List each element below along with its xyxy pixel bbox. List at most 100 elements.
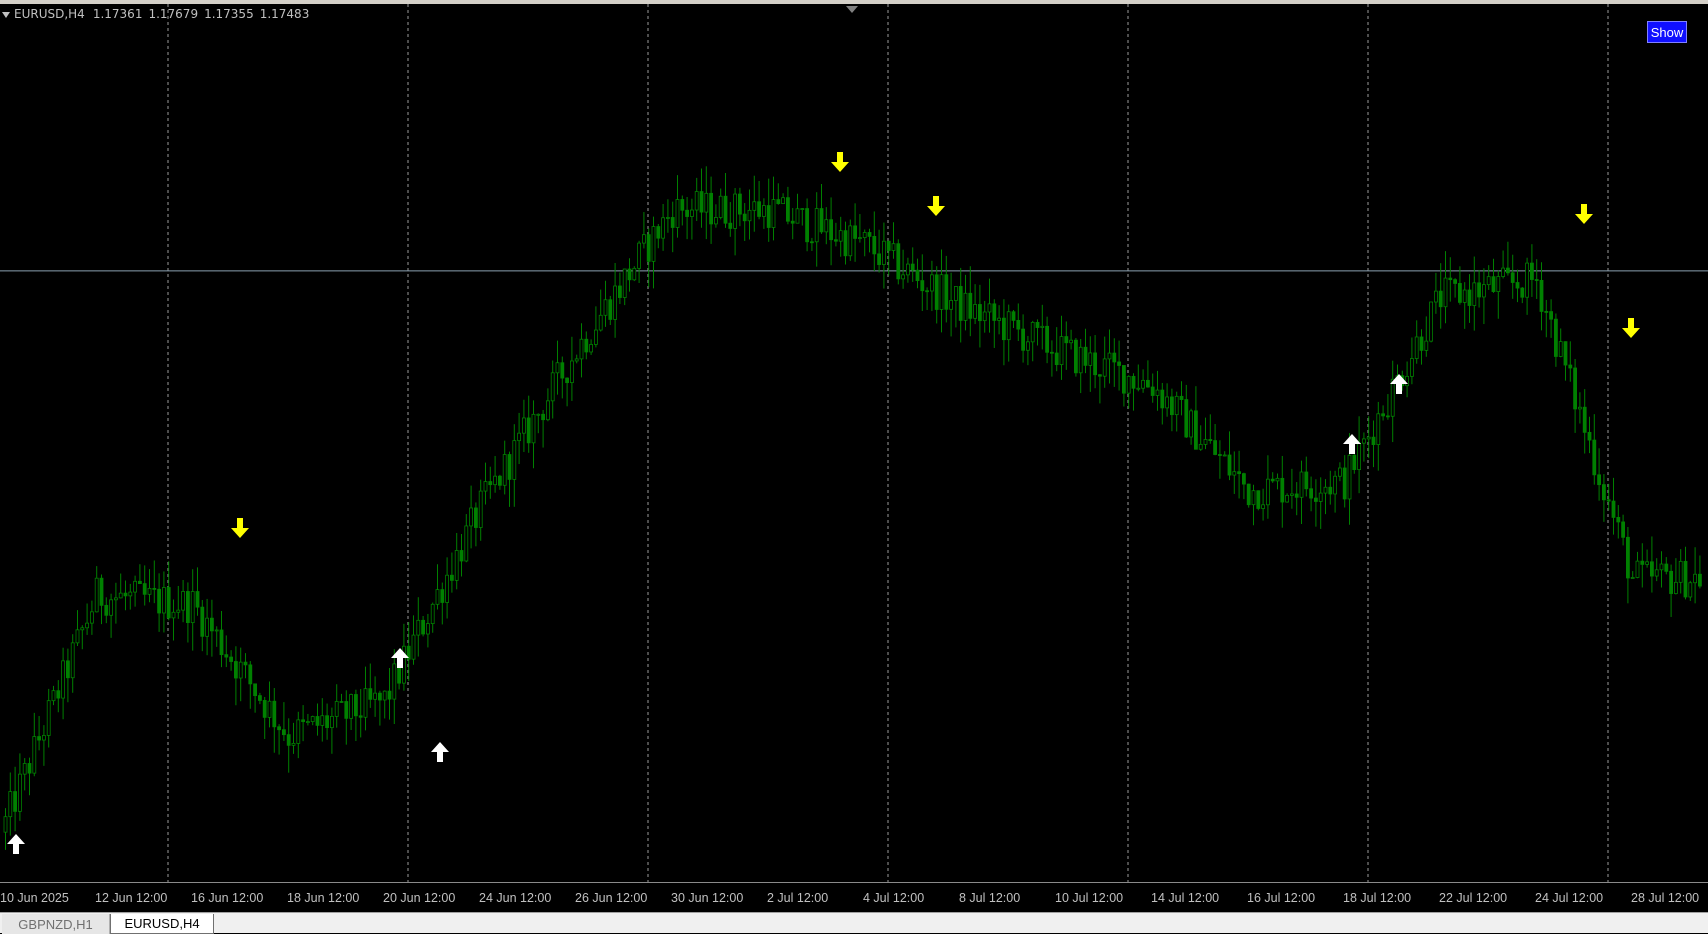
candle-body [939, 274, 944, 310]
candle-body [603, 299, 608, 316]
candle-body [373, 692, 378, 700]
candle-body [1299, 471, 1304, 498]
candle-body [296, 719, 301, 744]
candle-body [1170, 396, 1174, 416]
candle-body [1208, 439, 1213, 442]
time-axis-label: 28 Jul 12:00 [1631, 891, 1700, 905]
candle-body [133, 580, 138, 593]
candle-body [982, 311, 987, 322]
candle-body [987, 303, 992, 313]
candle-body [1549, 311, 1553, 320]
candle-body [886, 240, 891, 251]
candle-body [1434, 290, 1438, 303]
candle-body [1141, 379, 1145, 389]
candle-body [1438, 290, 1443, 308]
candle-body [1261, 504, 1265, 509]
tab-gbpnzd-h1[interactable]: GBPNZD,H1 [2, 914, 110, 934]
candle-body [128, 591, 133, 597]
candle-body [368, 688, 373, 700]
candle-body [233, 661, 238, 679]
price-chart[interactable] [0, 4, 1708, 882]
candle-body [1011, 311, 1016, 321]
candle-body [320, 715, 325, 726]
collapse-triangle-icon[interactable] [2, 11, 10, 18]
candle-body [1242, 473, 1246, 485]
show-button[interactable]: Show [1647, 21, 1687, 43]
candle-body [627, 268, 632, 281]
candle-body [781, 197, 785, 205]
candle-body [814, 208, 819, 243]
candle-body [1189, 410, 1193, 438]
candle-body [291, 743, 296, 746]
candle-body [1314, 497, 1318, 502]
candle-body [229, 656, 234, 662]
candle-body [1069, 339, 1073, 344]
candle-body [301, 719, 306, 723]
candle-body [920, 280, 925, 292]
candle-body [1117, 361, 1121, 366]
candle-body [1122, 365, 1126, 394]
candle-body [829, 219, 833, 241]
candle-body [224, 654, 229, 658]
candle-body [1256, 490, 1261, 509]
candle-body [718, 195, 723, 218]
open-price: 1.17361 [92, 7, 143, 21]
candle-body [805, 208, 809, 243]
candle-body [963, 292, 968, 321]
candle-body [416, 619, 421, 636]
candle-body [656, 226, 661, 239]
candle-body [632, 267, 637, 281]
candle-body [334, 701, 339, 717]
candle-body [1184, 399, 1189, 438]
candle-body [99, 577, 104, 606]
candle-body [32, 736, 37, 774]
candle-body [1333, 475, 1337, 495]
candle-body [1678, 560, 1683, 583]
chart-area[interactable]: EURUSD,H4 1.17361 1.17679 1.17355 1.17483 Sh… [0, 4, 1708, 882]
candle-body [75, 629, 80, 644]
candle-body [1582, 406, 1587, 433]
candle-body [253, 683, 258, 697]
time-axis-label: 24 Jun 12:00 [479, 891, 552, 905]
candle-body [315, 716, 320, 726]
candle-body [651, 226, 656, 262]
candle-body [243, 661, 248, 666]
candle-body [1083, 346, 1088, 366]
candle-body [526, 417, 531, 444]
candle-body [51, 690, 56, 702]
candle-body [1064, 336, 1069, 344]
candle-body [699, 191, 704, 213]
candle-body [579, 338, 584, 360]
candle-body [435, 589, 440, 605]
candle-body [1688, 582, 1693, 598]
candle-body [344, 701, 349, 719]
candle-body [449, 574, 454, 581]
candle-body [1534, 279, 1539, 281]
candle-body [349, 694, 354, 719]
candle-body [560, 362, 565, 379]
chart-shift-marker-icon[interactable] [846, 6, 858, 13]
candle-body [594, 329, 598, 345]
candle-body [954, 286, 958, 301]
candle-body [137, 580, 142, 585]
high-price: 1.17679 [148, 7, 199, 21]
candle-body [387, 690, 392, 700]
candle-body [238, 661, 243, 679]
candle-body [473, 507, 478, 528]
candle-body [1472, 282, 1477, 306]
candle-body [1002, 317, 1006, 341]
tab-eurusd-h4[interactable]: EURUSD,H4 [110, 914, 214, 934]
buy-arrow-icon [431, 742, 449, 762]
candle-body [1587, 431, 1592, 441]
candle-body [257, 695, 262, 701]
candle-body [762, 205, 766, 217]
candle-body [248, 664, 253, 685]
candle-body [181, 591, 186, 611]
candle-body [1021, 328, 1025, 351]
candle-body [1338, 467, 1342, 477]
candle-body [843, 230, 848, 257]
close-price: 1.17483 [259, 7, 310, 21]
candle-body [483, 481, 488, 492]
candle-body [1232, 471, 1237, 476]
candle-body [992, 303, 997, 321]
